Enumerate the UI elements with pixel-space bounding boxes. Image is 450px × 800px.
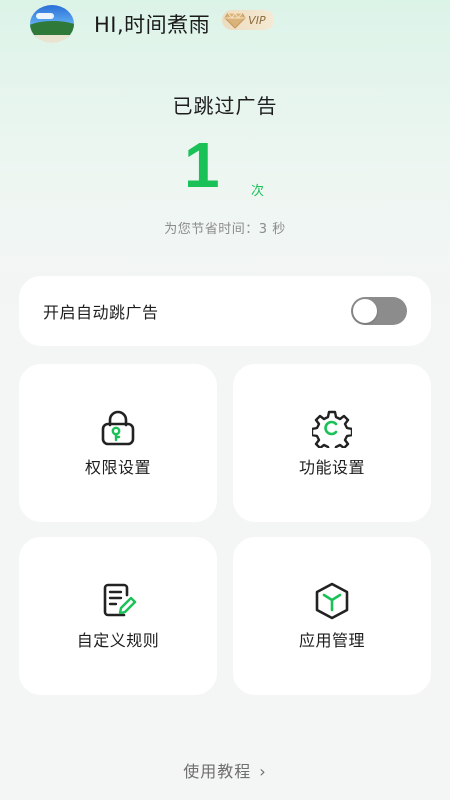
avatar[interactable] bbox=[30, 5, 74, 43]
app-management-label: 应用管理 bbox=[298, 631, 365, 650]
skip-count-unit: 次 bbox=[251, 184, 265, 199]
header: HI,时间煮雨 VIP bbox=[30, 4, 274, 44]
avatar-cloud bbox=[36, 13, 54, 19]
app-management-tile[interactable]: 应用管理 bbox=[233, 537, 431, 695]
document-edit-icon bbox=[103, 583, 137, 617]
custom-rules-tile[interactable]: 自定义规则 bbox=[19, 537, 217, 695]
skipped-ads-title: 已跳过广告 bbox=[172, 94, 278, 118]
lock-key-icon bbox=[101, 410, 135, 446]
auto-skip-toggle[interactable] bbox=[351, 297, 407, 325]
permission-settings-label: 权限设置 bbox=[84, 458, 151, 477]
permission-settings-tile[interactable]: 权限设置 bbox=[19, 364, 217, 522]
cube-icon bbox=[315, 582, 349, 620]
skip-count-row: 1 次 bbox=[0, 128, 450, 208]
vip-badge[interactable]: VIP bbox=[222, 10, 274, 30]
vip-label: VIP bbox=[248, 13, 266, 27]
chevron-right-icon: › bbox=[259, 762, 267, 781]
diamond-icon bbox=[224, 12, 246, 29]
toggle-knob bbox=[353, 299, 377, 323]
avatar-sand bbox=[30, 35, 74, 43]
tutorial-link[interactable]: 使用教程 › bbox=[0, 758, 450, 782]
username: HI,时间煮雨 bbox=[94, 13, 211, 37]
auto-skip-label: 开启自动跳广告 bbox=[43, 303, 159, 322]
skip-count: 1 bbox=[184, 129, 220, 201]
tutorial-label: 使用教程 bbox=[183, 762, 252, 781]
function-settings-tile[interactable]: 功能设置 bbox=[233, 364, 431, 522]
custom-rules-label: 自定义规则 bbox=[76, 631, 160, 650]
saved-time-text: 为您节省时间：3 秒 bbox=[164, 222, 286, 237]
function-settings-label: 功能设置 bbox=[298, 458, 365, 477]
gear-icon bbox=[312, 410, 352, 448]
auto-skip-card: 开启自动跳广告 bbox=[19, 276, 431, 346]
